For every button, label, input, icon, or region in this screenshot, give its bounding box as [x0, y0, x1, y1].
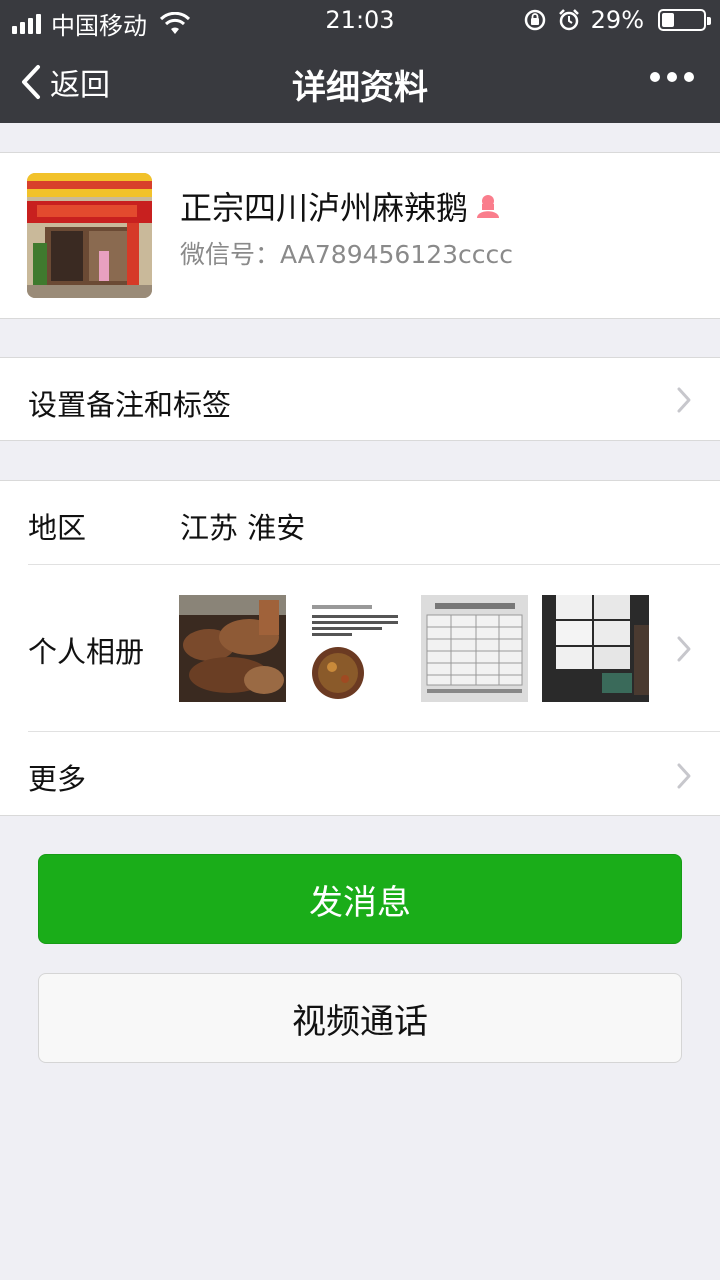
chevron-right-icon — [677, 387, 691, 413]
region-value: 江苏 淮安 — [180, 511, 306, 545]
chevron-left-icon — [22, 65, 40, 99]
status-right: 29% — [523, 6, 711, 34]
info-card: 地区 江苏 淮安 个人相册 更多 — [0, 480, 720, 816]
battery-fill — [662, 13, 674, 27]
region-label: 地区 — [28, 511, 87, 545]
remark-and-tags-row[interactable]: 设置备注和标签 — [0, 357, 720, 441]
album-label: 个人相册 — [28, 635, 145, 669]
storefront-photo — [27, 173, 152, 298]
wechat-id: 微信号：AA789456123cccc — [180, 240, 514, 269]
top-bar: 中国移动 21:03 29% 返回 详细资料 — [0, 0, 720, 123]
album-row[interactable]: 个人相册 — [0, 565, 720, 731]
alarm-icon — [558, 9, 579, 31]
album-photo-2 — [300, 595, 407, 702]
chevron-right-icon — [677, 636, 691, 662]
nav-bar: 返回 详细资料 — [0, 40, 720, 123]
album-photo-3 — [421, 595, 528, 702]
send-message-button[interactable]: 发消息 — [38, 854, 682, 944]
chevron-right-icon — [677, 763, 691, 789]
back-label: 返回 — [50, 68, 110, 103]
avatar[interactable] — [27, 173, 152, 298]
video-call-button[interactable]: 视频通话 — [38, 973, 682, 1063]
name-row: 正宗四川泸州麻辣鹅 — [180, 183, 502, 229]
status-bar: 中国移动 21:03 29% — [0, 0, 720, 40]
more-label: 更多 — [28, 762, 87, 796]
back-button[interactable]: 返回 — [20, 60, 110, 104]
more-options-icon[interactable] — [650, 72, 694, 82]
album-photo-1 — [179, 595, 286, 702]
more-row[interactable]: 更多 — [0, 732, 720, 816]
album-photo-4 — [542, 595, 649, 702]
battery-icon — [658, 9, 711, 31]
profile-card: 正宗四川泸州麻辣鹅 微信号：AA789456123cccc — [0, 152, 720, 319]
album-thumbnails — [179, 595, 649, 702]
rotation-lock-icon — [524, 9, 545, 31]
remark-label: 设置备注和标签 — [28, 388, 232, 422]
region-row: 地区 江苏 淮安 — [0, 481, 720, 564]
battery-percent: 29% — [590, 6, 644, 34]
female-icon — [477, 195, 500, 218]
contact-name: 正宗四川泸州麻辣鹅 — [180, 189, 469, 227]
